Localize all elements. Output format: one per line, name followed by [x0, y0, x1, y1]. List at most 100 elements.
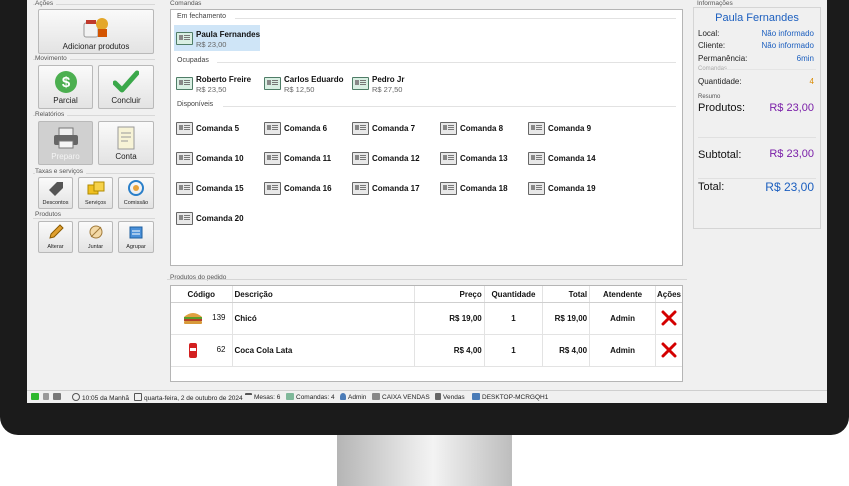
subtotal-value: R$ 23,00: [769, 148, 814, 160]
comanda-name: Comanda 9: [548, 124, 592, 133]
produtos-total-value: R$ 23,00: [769, 102, 814, 114]
mesas-item: Mesas: 6: [245, 393, 280, 403]
atendente-cell: Admin: [589, 302, 656, 335]
acoes-cell: [655, 302, 682, 335]
comissao-button[interactable]: Comissão: [118, 177, 154, 209]
comanda-value: R$ 23,00: [196, 40, 227, 49]
servicos-button[interactable]: Serviços: [78, 177, 113, 209]
conta-label: Conta: [115, 152, 137, 161]
comanda-name: Carlos Eduardo: [284, 75, 344, 84]
comanda-disponivel-item[interactable]: Comanda 15: [174, 177, 258, 199]
cliente-value: Não informado: [761, 41, 814, 50]
comanda-disponivel-item[interactable]: Comanda 5: [174, 117, 258, 139]
comanda-name: Paula Fernandes: [196, 30, 261, 39]
time-item: 10:05 da Manhã: [72, 393, 129, 403]
comanda-card-icon: [528, 122, 545, 135]
cash-register-icon: [372, 393, 380, 400]
add-products-icon: [83, 18, 108, 38]
comanda-disponivel-item[interactable]: Comanda 16: [262, 177, 346, 199]
codigo-value: 139: [212, 313, 226, 322]
comanda-disponivel-item[interactable]: Comanda 18: [438, 177, 522, 199]
table-icon: [245, 393, 252, 400]
ocupadas-title: Ocupadas: [177, 57, 209, 64]
movimento-title: Movimento: [35, 55, 70, 62]
soda-can-icon: [189, 343, 197, 358]
comanda-disponivel-item[interactable]: Comanda 19: [526, 177, 610, 199]
comanda-name: Comanda 12: [372, 154, 420, 163]
col-acoes: Ações: [655, 286, 682, 303]
agrupar-button[interactable]: Agrupar: [118, 221, 154, 253]
printer-status-icon: [52, 393, 61, 400]
descontos-button[interactable]: Descontos: [38, 177, 73, 209]
parcial-label: Parcial: [53, 96, 78, 105]
table-header-row: Código Descrição Preço Quantidade Total …: [171, 286, 682, 303]
comandas-item: Comandas: 4: [286, 393, 335, 403]
monitor-stand: [337, 435, 512, 486]
computer-icon: [472, 393, 480, 400]
concluir-button[interactable]: Concluir: [98, 65, 154, 109]
concluir-label: Concluir: [111, 96, 141, 105]
comandas-icon: [286, 393, 294, 400]
comanda-disponivel-item[interactable]: Comanda 10: [174, 147, 258, 169]
descricao-cell: Coca Cola Lata: [232, 334, 415, 367]
merge-icon: [89, 225, 102, 239]
comanda-name: Comanda 5: [196, 124, 240, 133]
comanda-fechamento-item[interactable]: Paula Fernandes R$ 23,00: [174, 25, 260, 51]
comanda-disponivel-item[interactable]: Comanda 8: [438, 117, 522, 139]
client-name: Paula Fernandes: [715, 12, 799, 24]
codigo-cell: 62: [171, 334, 233, 367]
comanda-disponivel-item[interactable]: Comanda 11: [262, 147, 346, 169]
comanda-disponivel-item[interactable]: Comanda 9: [526, 117, 610, 139]
comanda-card-icon: [264, 122, 281, 135]
alterar-button[interactable]: Alterar: [38, 221, 73, 253]
delete-icon[interactable]: [661, 310, 677, 326]
receipt-icon: [117, 126, 135, 150]
juntar-button[interactable]: Juntar: [78, 221, 113, 253]
comanda-card-icon: [352, 77, 369, 90]
comanda-card-icon: [264, 182, 281, 195]
status-bar: 10:05 da Manhã quarta-feira, 2 de outubr…: [27, 390, 827, 403]
desktop-item: DESKTOP-MCRGQH1: [472, 393, 548, 403]
comanda-name: Comanda 6: [284, 124, 328, 133]
comanda-disponivel-item[interactable]: Comanda 14: [526, 147, 610, 169]
comanda-disponivel-item[interactable]: Comanda 17: [350, 177, 434, 199]
table-row[interactable]: 62 Coca Cola Lata R$ 4,00 1 R$ 4,00 Admi…: [171, 334, 682, 367]
subtotal-label: Subtotal:: [698, 149, 742, 161]
delete-icon[interactable]: [661, 342, 677, 358]
comanda-ocupada-item[interactable]: Roberto Freire R$ 23,50: [174, 72, 258, 94]
comanda-card-icon: [440, 122, 457, 135]
preparo-label: Preparo: [51, 152, 80, 161]
descontos-label: Descontos: [42, 200, 69, 206]
parcial-button[interactable]: $ Parcial: [38, 65, 93, 109]
comanda-value: R$ 23,50: [196, 85, 227, 94]
comanda-disponivel-item[interactable]: Comanda 13: [438, 147, 522, 169]
add-products-button[interactable]: Adicionar produtos: [38, 9, 154, 54]
conta-button[interactable]: Conta: [98, 121, 154, 165]
codigo-cell: 139: [171, 302, 233, 335]
comanda-card-icon: [176, 182, 193, 195]
comandas-sub-label: Comandas: [698, 66, 728, 72]
table-row[interactable]: 139 Chicó R$ 19,00 1 R$ 19,00 Admin: [171, 302, 682, 335]
add-products-label: Adicionar produtos: [62, 42, 130, 51]
comanda-name: Comanda 17: [372, 184, 420, 193]
comanda-disponivel-item[interactable]: Comanda 20: [174, 207, 258, 229]
col-quantidade: Quantidade: [484, 286, 544, 303]
comanda-value: R$ 27,50: [372, 85, 403, 94]
comanda-disponivel-item[interactable]: Comanda 12: [350, 147, 434, 169]
online-icon: [31, 393, 39, 400]
servicos-label: Serviços: [84, 200, 107, 206]
alterar-label: Alterar: [47, 244, 64, 250]
comanda-card-icon: [264, 152, 281, 165]
preparo-button[interactable]: Preparo: [38, 121, 93, 165]
pencil-icon: [48, 224, 64, 239]
comanda-ocupada-item[interactable]: Pedro Jr R$ 27,50: [350, 72, 434, 94]
comanda-name: Roberto Freire: [196, 75, 252, 84]
user-icon: [340, 393, 346, 400]
commission-icon: [128, 180, 144, 196]
comanda-ocupada-item[interactable]: Carlos Eduardo R$ 12,50: [262, 72, 346, 94]
col-codigo: Código: [171, 286, 233, 303]
comanda-disponivel-item[interactable]: Comanda 7: [350, 117, 434, 139]
comanda-card-icon: [440, 152, 457, 165]
comanda-card-icon: [528, 182, 545, 195]
comanda-disponivel-item[interactable]: Comanda 6: [262, 117, 346, 139]
